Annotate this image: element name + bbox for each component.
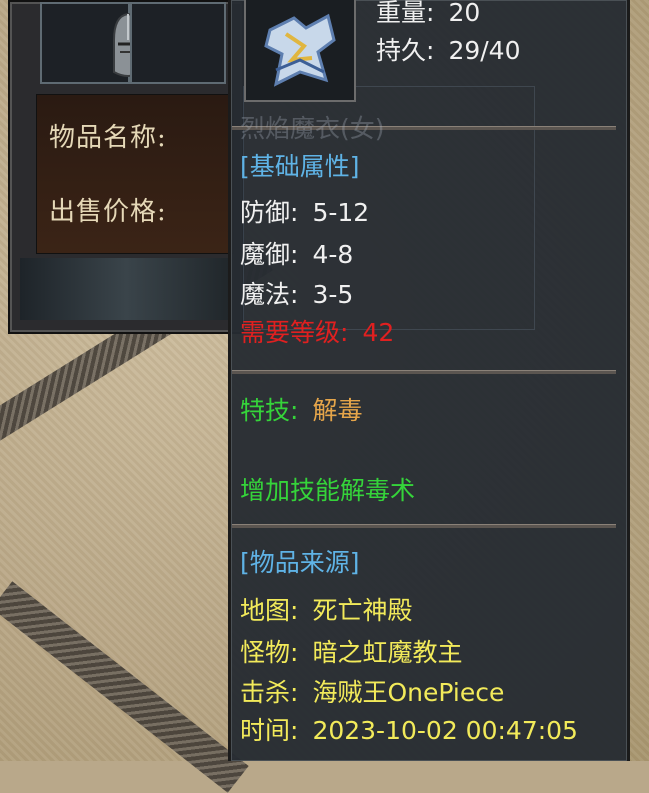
stat-label: 魔法: [240, 280, 299, 309]
stat-row: 魔法: 3-5 [240, 280, 353, 310]
basic-attributes-header: [基础属性] [240, 152, 360, 181]
durability-row: 持久: 29/40 [376, 36, 520, 66]
weight-row: 重量: 20 [376, 0, 480, 28]
item-slot[interactable] [130, 2, 226, 84]
stat-value: 4-8 [312, 240, 354, 269]
weight-value: 20 [448, 0, 481, 27]
source-row: 时间: 2023-10-02 00:47:05 [240, 716, 578, 746]
item-name-label: 物品名称: [49, 123, 167, 153]
skill-value: 解毒 [312, 396, 363, 425]
store-footer [20, 258, 232, 320]
stat-label: 魔御: [240, 240, 299, 269]
source-value: 2023-10-02 00:47:05 [312, 716, 578, 745]
durability-value: 29/40 [448, 36, 521, 65]
source-label: 怪物: [240, 638, 299, 667]
sell-info-panel: 物品名称: 出售价格: [36, 94, 234, 254]
robe-icon [264, 13, 336, 87]
divider [232, 370, 616, 374]
durability-label: 持久: [376, 36, 435, 65]
stat-label: 防御: [240, 198, 299, 227]
skill-row: 特技: 解毒 [240, 396, 362, 426]
stat-value: 3-5 [312, 280, 354, 309]
weight-label: 重量: [376, 0, 435, 27]
source-label: 击杀: [240, 678, 299, 707]
source-value: 海贼王OnePiece [312, 678, 505, 707]
item-name-ghost: 烈焰魔衣(女) [240, 114, 385, 143]
skill-label: 特技: [240, 396, 299, 425]
stat-value: 5-12 [312, 198, 370, 227]
skill-description: 增加技能解毒术 [240, 476, 416, 505]
source-label: 时间: [240, 716, 299, 745]
divider [232, 524, 616, 528]
source-row: 怪物: 暗之虹魔教主 [240, 638, 462, 668]
stat-row: 魔御: 4-8 [240, 240, 353, 270]
source-label: 地图: [240, 596, 299, 625]
required-level-value: 42 [362, 318, 395, 347]
item-slot[interactable] [40, 2, 143, 84]
required-level-row: 需要等级: 42 [240, 318, 394, 348]
source-value: 暗之虹魔教主 [312, 638, 463, 667]
required-level-label: 需要等级: [240, 318, 349, 347]
source-row: 击杀: 海贼王OnePiece [240, 678, 504, 708]
source-row: 地图: 死亡神殿 [240, 596, 412, 626]
stat-row: 防御: 5-12 [240, 198, 369, 228]
source-value: 死亡神殿 [312, 596, 413, 625]
store-window: 物品名称: 出售价格: [8, 0, 244, 334]
item-icon [244, 0, 356, 102]
sell-price-label: 出售价格: [49, 197, 167, 227]
item-source-header: [物品来源] [240, 548, 360, 577]
